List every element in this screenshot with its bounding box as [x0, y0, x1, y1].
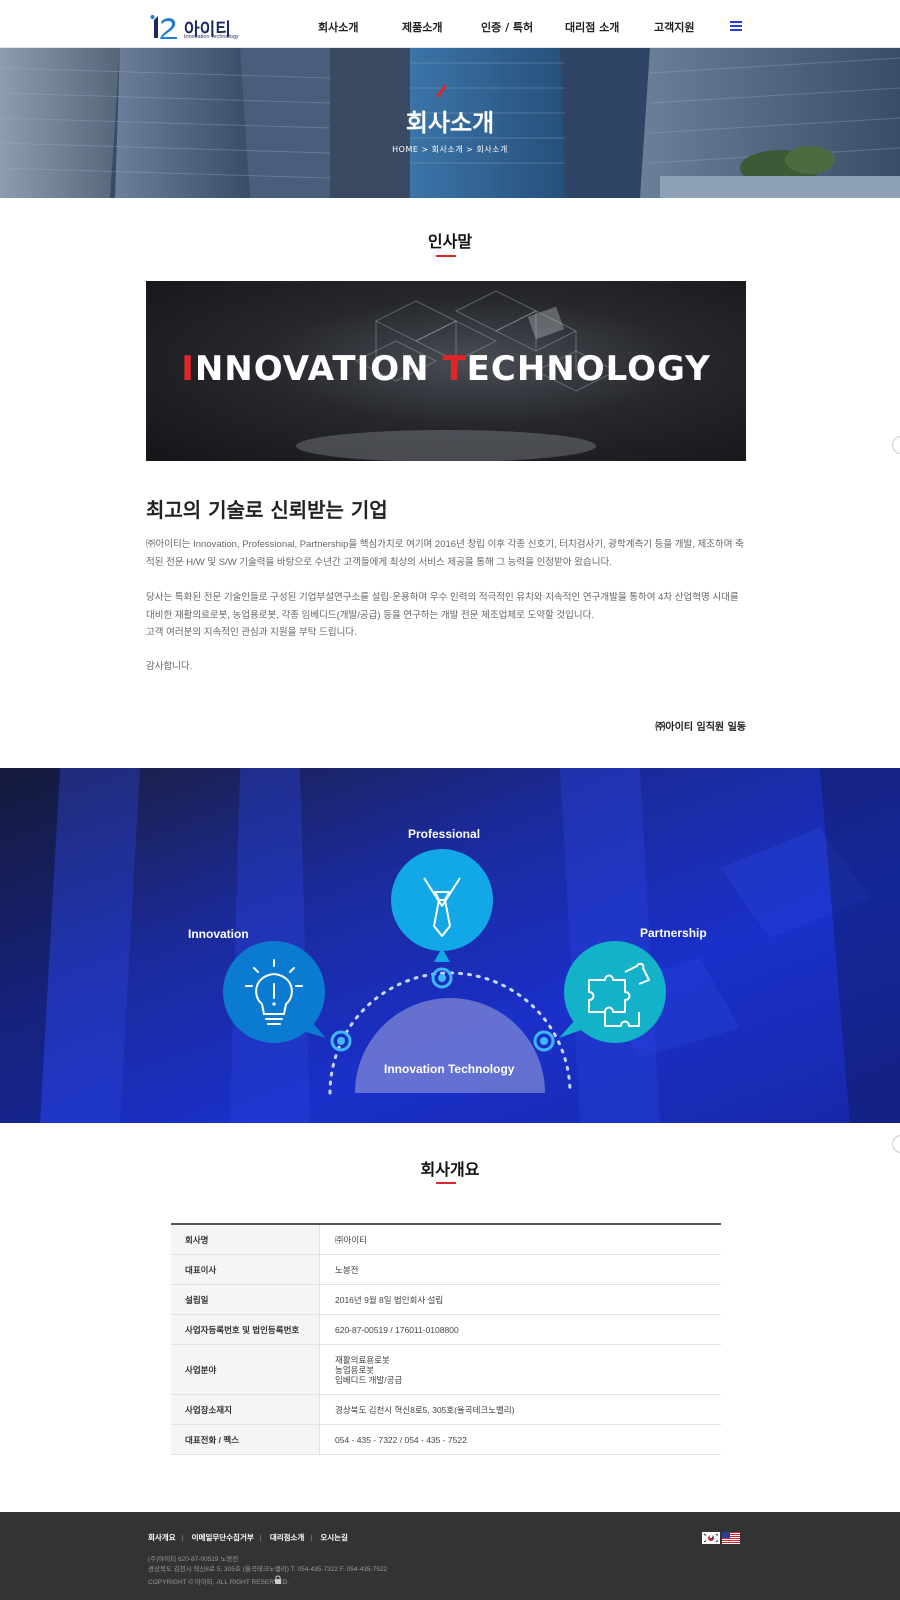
nav-item-certification[interactable]: 인증 / 특허: [481, 19, 533, 35]
company-logo[interactable]: 아이티 Innovation Technology: [150, 12, 250, 44]
scroll-button[interactable]: [892, 436, 900, 454]
table-header-cell: 사업장소재지: [171, 1395, 320, 1424]
footer-link-directions[interactable]: 오시는길: [320, 1533, 348, 1542]
banner-word-technology: ECHNOLOGY: [466, 349, 711, 389]
table-row: 사업자등록번호 및 법인등록번호 620-87-00519 / 176011-0…: [171, 1315, 721, 1345]
greeting-paragraph-1: ㈜아이티는 Innovation, Professional, Partners…: [146, 539, 744, 568]
breadcrumb: HOME > 회사소개 > 회사소개: [392, 145, 508, 154]
page-title: 회사소개: [405, 109, 495, 137]
nav-item-products[interactable]: 제품소개: [402, 19, 442, 35]
korean-flag-icon[interactable]: [702, 1532, 720, 1544]
value-label-innovation: Innovation: [188, 927, 249, 941]
greeting-paragraph-3: 고객 여러분의 지속적인 관심과 지원을 부탁 드립니다.: [146, 627, 357, 638]
value-label-professional: Professional: [408, 827, 481, 841]
logo-mark-icon: [150, 15, 177, 39]
innovation-node: [330, 1030, 352, 1052]
greeting-heading: 최고의 기술로 신뢰받는 기업: [146, 498, 388, 522]
professional-node: [431, 967, 453, 989]
footer-links: 회사개요 | 이메일무단수집거부 | 대리점소개 | 오시는길: [148, 1533, 348, 1542]
value-label-partnership: Partnership: [640, 926, 707, 940]
table-cell: 620-87-00519 / 176011-0108800: [335, 1324, 459, 1335]
scroll-button[interactable]: [892, 1135, 900, 1153]
nav-item-support[interactable]: 고객지원: [654, 19, 694, 35]
nav-item-company[interactable]: 회사소개: [318, 19, 358, 35]
table-row: 사업분야 재활의료용로봇 농업용로봇 임베디드 개발/공급: [171, 1345, 721, 1395]
table-cell: 054 - 435 - 7322 / 054 - 435 - 7522: [335, 1434, 467, 1445]
logo-tagline: Innovation Technology: [184, 34, 239, 40]
table-header-cell: 회사명: [171, 1225, 320, 1254]
greeting-paragraph-2: 당사는 특화된 전문 기술인들로 구성된 기업부설연구소를 설립·운용하며 우수…: [146, 592, 739, 621]
table-cell: 노봉전: [335, 1264, 359, 1275]
nav-item-dealers[interactable]: 대리점 소개: [565, 19, 619, 35]
company-overview-table: 회사명 ㈜아이티 대표이사 노봉전 설립일 2016년 9월 8일 법인회사 설…: [171, 1223, 721, 1455]
value-center-label: Innovation Technology: [384, 1062, 515, 1076]
table-cell: ㈜아이티: [335, 1234, 367, 1245]
table-cell: 재활의료용로봇 농업용로봇 임베디드 개발/공급: [335, 1354, 403, 1385]
footer-link-dealers[interactable]: 대리점소개: [270, 1533, 305, 1542]
greeting-section-title: 인사말: [427, 232, 473, 251]
table-header-cell: 사업자등록번호 및 법인등록번호: [171, 1315, 320, 1344]
table-cell: 2016년 9월 8일 법인회사 설립: [335, 1294, 444, 1305]
footer-copyright: COPYRIGHT © 아이티. ALL RIGHT RESERVED.: [148, 1579, 289, 1586]
puzzle-icon: [559, 941, 666, 1043]
footer-link-overview[interactable]: 회사개요: [148, 1533, 176, 1542]
greeting-title-underline: [436, 255, 456, 257]
admin-lock-icon[interactable]: [274, 1575, 282, 1584]
table-row: 사업장소재지 경상북도 김천시 혁신8로5, 305호(율곡테크노밸리): [171, 1395, 721, 1425]
table-row: 회사명 ㈜아이티: [171, 1225, 721, 1255]
footer-link-email-policy[interactable]: 이메일무단수집거부: [192, 1533, 254, 1542]
core-values-section: Professional Innovation Partnership Inno…: [0, 768, 900, 1123]
hero-banner: 회사소개 HOME > 회사소개 > 회사소개: [0, 48, 900, 198]
banner-headline: INNOVATION TECHNOLOGY: [146, 349, 746, 389]
us-flag-icon[interactable]: [722, 1532, 740, 1544]
table-header-cell: 설립일: [171, 1285, 320, 1314]
table-row: 설립일 2016년 9월 8일 법인회사 설립: [171, 1285, 721, 1315]
innovation-banner: INNOVATION TECHNOLOGY: [146, 281, 746, 461]
tie-icon: [391, 849, 493, 962]
hamburger-menu-icon[interactable]: [730, 20, 742, 32]
greeting-paragraph-4: 감사합니다.: [146, 661, 193, 672]
overview-title-underline: [436, 1182, 456, 1184]
footer-company-info: (주)아이티 620-87-00519 노봉전: [148, 1556, 239, 1563]
greeting-signature: ㈜아이티 임직원 일동: [655, 722, 746, 733]
overview-section-title: 회사개요: [420, 1160, 480, 1179]
banner-letter-i: I: [181, 349, 195, 389]
banner-word-innovation: NNOVATION: [194, 349, 443, 389]
table-row: 대표전화 / 팩스 054 - 435 - 7322 / 054 - 435 -…: [171, 1425, 721, 1455]
footer-address: 경상북도 김천시 혁신8로 5, 305호 (율곡테크노밸리) T. 054-4…: [148, 1566, 388, 1573]
table-cell: 경상북도 김천시 혁신8로5, 305호(율곡테크노밸리): [335, 1404, 515, 1415]
partnership-node: [533, 1030, 555, 1052]
site-header: 아이티 Innovation Technology 회사소개 제품소개 인증 /…: [0, 0, 900, 48]
lightbulb-icon: [223, 941, 326, 1043]
site-footer: 회사개요 | 이메일무단수집거부 | 대리점소개 | 오시는길 (주)아이티 620-…: [0, 1512, 900, 1600]
table-header-cell: 대표이사: [171, 1255, 320, 1284]
table-header-cell: 사업분야: [171, 1345, 320, 1394]
table-row: 대표이사 노봉전: [171, 1255, 721, 1285]
table-header-cell: 대표전화 / 팩스: [171, 1425, 320, 1454]
banner-letter-t: T: [442, 349, 467, 389]
